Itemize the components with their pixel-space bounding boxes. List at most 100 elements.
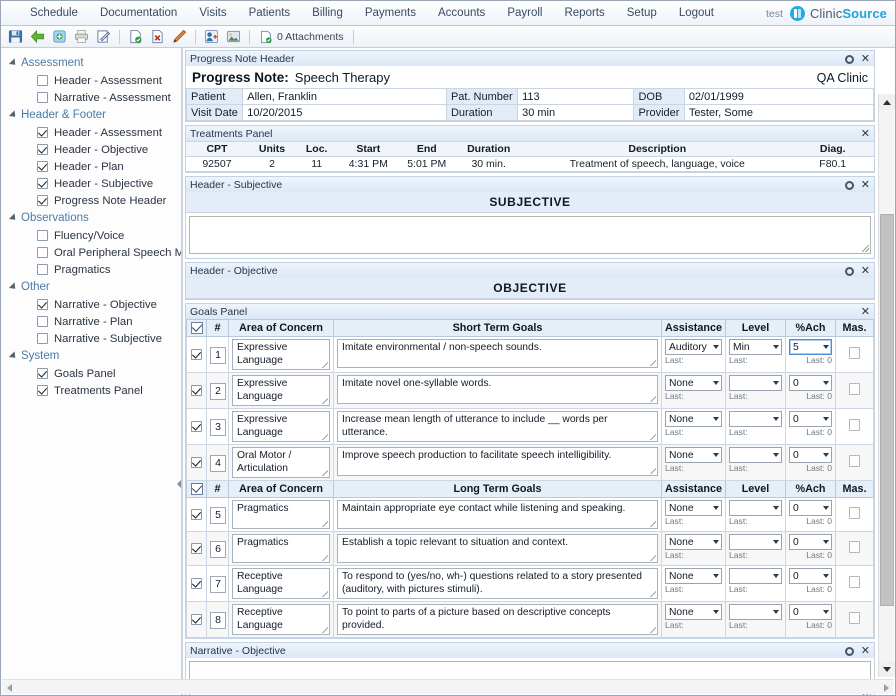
- checkbox-icon[interactable]: [37, 264, 48, 275]
- refresh-icon[interactable]: [50, 28, 69, 46]
- mastered-checkbox-icon[interactable]: [849, 611, 860, 624]
- checkbox-icon[interactable]: [37, 368, 48, 379]
- row-checkbox-icon[interactable]: [191, 384, 202, 396]
- tree-item-fluency-voice[interactable]: Fluency/Voice: [1, 227, 181, 244]
- tree-item-hf-header-assessment[interactable]: Header - Assessment: [1, 124, 181, 141]
- mastered-checkbox-icon[interactable]: [849, 575, 860, 588]
- ach-select[interactable]: 0: [789, 447, 832, 463]
- goal-text-input[interactable]: Increase mean length of utterance to inc…: [337, 411, 658, 442]
- tree-item-narrative-objective[interactable]: Narrative - Objective: [1, 296, 181, 313]
- table-row[interactable]: 8 Receptive Language To point to parts o…: [186, 601, 874, 638]
- tree-group-other[interactable]: Other: [1, 278, 181, 296]
- cell-select[interactable]: [186, 565, 207, 602]
- cell-select[interactable]: [186, 372, 207, 409]
- ach-select[interactable]: 0: [789, 568, 832, 584]
- ach-select[interactable]: 0: [789, 500, 832, 516]
- scroll-up-button[interactable]: [879, 94, 895, 110]
- row-checkbox-icon[interactable]: [191, 613, 202, 625]
- page-horizontal-scrollbar[interactable]: [2, 679, 894, 694]
- ach-select[interactable]: 0: [789, 375, 832, 391]
- area-of-concern-input[interactable]: Receptive Language: [232, 604, 330, 635]
- checkbox-icon[interactable]: [37, 333, 48, 344]
- row-checkbox-icon[interactable]: [191, 542, 202, 554]
- nav-item-billing[interactable]: Billing: [301, 4, 354, 22]
- assistance-select[interactable]: None: [665, 604, 722, 620]
- nav-item-payroll[interactable]: Payroll: [496, 4, 553, 22]
- scroll-left-button[interactable]: [2, 680, 17, 695]
- checkbox-icon[interactable]: [37, 161, 48, 172]
- goal-text-input[interactable]: To point to parts of a picture based on …: [337, 604, 658, 635]
- back-arrow-icon[interactable]: [28, 28, 47, 46]
- cell-select[interactable]: [186, 444, 207, 481]
- save-icon[interactable]: [6, 28, 25, 46]
- tree-item-narrative-assessment[interactable]: Narrative - Assessment: [1, 89, 181, 106]
- cell-select[interactable]: [186, 601, 207, 638]
- scrollbar-thumb[interactable]: [880, 214, 894, 606]
- assistance-select[interactable]: None: [665, 534, 722, 550]
- tree-item-header-assessment[interactable]: Header - Assessment: [1, 72, 181, 89]
- row-checkbox-icon[interactable]: [191, 577, 202, 589]
- tree-item-oral-peripheral[interactable]: Oral Peripheral Speech Mecha: [1, 244, 181, 261]
- table-row[interactable]: 1 Expressive Language Imitate environmen…: [186, 336, 874, 373]
- select-all-checkbox-icon[interactable]: [190, 483, 203, 496]
- cell-mastered[interactable]: [835, 601, 874, 638]
- table-row[interactable]: 7 Receptive Language To respond to (yes/…: [186, 565, 874, 602]
- tree-item-goals-panel[interactable]: Goals Panel: [1, 365, 181, 382]
- close-icon[interactable]: ✕: [861, 54, 870, 65]
- tree-group-header-footer[interactable]: Header & Footer: [1, 106, 181, 124]
- mastered-checkbox-icon[interactable]: [849, 418, 860, 431]
- close-icon[interactable]: ✕: [861, 266, 870, 277]
- assistance-select[interactable]: None: [665, 447, 722, 463]
- level-select[interactable]: [729, 375, 782, 391]
- assistance-select[interactable]: Auditory: [665, 339, 722, 355]
- goal-text-input[interactable]: Imitate novel one-syllable words.: [337, 375, 658, 404]
- gear-icon[interactable]: [844, 180, 854, 190]
- tree-item-hf-header-plan[interactable]: Header - Plan: [1, 158, 181, 175]
- assistance-select[interactable]: None: [665, 375, 722, 391]
- cell-mastered[interactable]: [835, 336, 874, 373]
- goal-text-input[interactable]: Establish a topic relevant to situation …: [337, 534, 658, 563]
- ach-select[interactable]: 5: [789, 339, 832, 355]
- new-document-icon[interactable]: [126, 28, 145, 46]
- tree-item-pragmatics[interactable]: Pragmatics: [1, 261, 181, 278]
- cell-select[interactable]: [186, 336, 207, 373]
- row-checkbox-icon[interactable]: [191, 420, 202, 432]
- nav-item-accounts[interactable]: Accounts: [427, 4, 496, 22]
- ach-select[interactable]: 0: [789, 411, 832, 427]
- row-checkbox-icon[interactable]: [191, 456, 202, 468]
- close-icon[interactable]: ✕: [861, 129, 870, 140]
- gear-icon[interactable]: [844, 54, 854, 64]
- gear-icon[interactable]: [844, 266, 854, 276]
- goal-text-input[interactable]: To respond to (yes/no, wh-) questions re…: [337, 568, 658, 599]
- mastered-checkbox-icon[interactable]: [849, 540, 860, 553]
- cell-select[interactable]: [186, 497, 207, 532]
- table-row[interactable]: 3 Expressive Language Increase mean leng…: [186, 408, 874, 445]
- goal-text-input[interactable]: Imitate environmental / non-speech sound…: [337, 339, 658, 368]
- mastered-checkbox-icon[interactable]: [849, 506, 860, 519]
- area-of-concern-input[interactable]: Expressive Language: [232, 411, 330, 442]
- close-icon[interactable]: ✕: [861, 646, 870, 657]
- subjective-textarea[interactable]: [189, 216, 871, 254]
- table-row[interactable]: 2 Expressive Language Imitate novel one-…: [186, 372, 874, 409]
- patient-icon[interactable]: [202, 28, 221, 46]
- column-header-select-all[interactable]: [186, 480, 207, 498]
- nav-item-logout[interactable]: Logout: [668, 4, 725, 22]
- tree-group-observations[interactable]: Observations: [1, 209, 181, 227]
- cell-mastered[interactable]: [835, 408, 874, 445]
- attachments-button[interactable]: 0 Attachments: [256, 30, 347, 44]
- checkbox-icon[interactable]: [37, 385, 48, 396]
- tree-item-treatments-panel[interactable]: Treatments Panel: [1, 382, 181, 399]
- assistance-select[interactable]: None: [665, 411, 722, 427]
- cell-mastered[interactable]: [835, 372, 874, 409]
- mastered-checkbox-icon[interactable]: [849, 454, 860, 467]
- level-select[interactable]: [729, 534, 782, 550]
- ach-select[interactable]: 0: [789, 604, 832, 620]
- nav-item-setup[interactable]: Setup: [616, 4, 668, 22]
- checkbox-icon[interactable]: [37, 316, 48, 327]
- nav-item-visits[interactable]: Visits: [188, 4, 237, 22]
- tree-item-narrative-subjective[interactable]: Narrative - Subjective: [1, 330, 181, 347]
- tree-group-assessment[interactable]: Assessment: [1, 54, 181, 72]
- area-of-concern-input[interactable]: Oral Motor / Articulation: [232, 447, 330, 478]
- level-select[interactable]: [729, 447, 782, 463]
- image-icon[interactable]: [224, 28, 243, 46]
